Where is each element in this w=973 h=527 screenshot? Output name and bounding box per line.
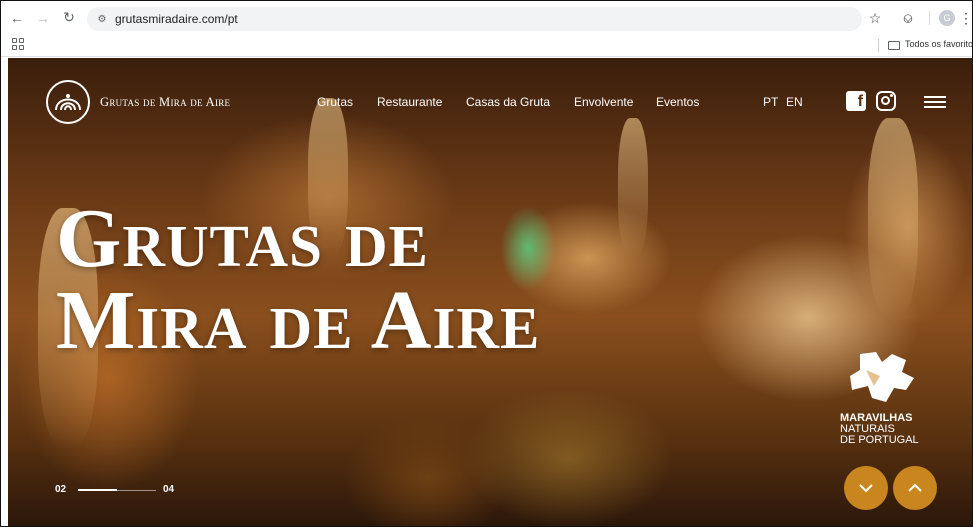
brand-name[interactable]: Grutas de Mira de Aire — [100, 95, 230, 110]
badge-line: DE PORTUGAL — [840, 434, 919, 446]
url-text[interactable]: grutasmiradaire.com/pt — [115, 12, 238, 26]
site-info-icon[interactable]: ⚙ — [95, 12, 109, 26]
language-en[interactable]: EN — [786, 95, 803, 109]
bookmarks-bar: Todos os favoritos — [1, 34, 972, 57]
badge-text: MARAVILHAS NATURAIS DE PORTUGAL — [840, 413, 919, 446]
browser-menu-icon[interactable]: ⋮ — [959, 8, 972, 28]
hamburger-menu-icon[interactable] — [924, 96, 946, 108]
profile-button[interactable]: G — [937, 8, 957, 28]
scroll-down-button[interactable] — [844, 466, 888, 510]
instagram-icon[interactable] — [876, 91, 896, 111]
hero-title: Grutas de Mira de Aire — [56, 192, 541, 367]
browser-window: ← → ↻ ⚙ grutasmiradaire.com/pt ☆ ⎉ G ⋮ T… — [0, 0, 973, 527]
hero-title-line: Grutas de — [56, 192, 429, 285]
nav-link-casas-da-gruta[interactable]: Casas da Gruta — [466, 95, 550, 109]
avatar: G — [939, 10, 955, 26]
reload-icon[interactable]: ↻ — [59, 8, 79, 28]
chevron-down-icon — [859, 484, 873, 493]
nav-link-envolvente[interactable]: Envolvente — [574, 95, 633, 109]
back-icon[interactable]: ← — [7, 8, 27, 28]
all-bookmarks-link[interactable]: Todos os favoritos — [905, 39, 972, 49]
nav-link-restaurante[interactable]: Restaurante — [377, 95, 442, 109]
slide-total-number: 04 — [163, 484, 175, 495]
forward-icon[interactable]: → — [33, 8, 53, 28]
scroll-up-button[interactable] — [893, 466, 937, 510]
bookmarks-divider — [878, 39, 879, 52]
facebook-icon[interactable]: f — [846, 91, 866, 111]
maravilhas-logo-icon — [850, 352, 914, 402]
slide-current-number: 02 — [55, 484, 67, 495]
extensions-icon[interactable]: ⎉ — [899, 8, 917, 28]
folder-icon — [888, 41, 900, 50]
maravilhas-naturais-badge[interactable]: MARAVILHAS NATURAIS DE PORTUGAL — [840, 350, 950, 450]
cave-light-streak — [618, 118, 648, 258]
hero-title-line: Mira de Aire — [56, 274, 541, 367]
address-bar[interactable]: ⚙ grutasmiradaire.com/pt — [87, 7, 862, 31]
hero-section: Grutas de Mira de Aire Grutas Restaurant… — [8, 58, 972, 526]
bookmark-star-icon[interactable]: ☆ — [867, 8, 883, 28]
browser-toolbar: ← → ↻ ⚙ grutasmiradaire.com/pt ☆ ⎉ G ⋮ — [1, 1, 972, 34]
toolbar-divider — [929, 11, 930, 25]
language-pt[interactable]: PT — [763, 95, 778, 109]
slide-progress-fill — [78, 489, 117, 491]
site-logo[interactable] — [46, 80, 90, 124]
nav-link-grutas[interactable]: Grutas — [317, 95, 353, 109]
slide-progress-track[interactable] — [78, 489, 156, 491]
cave-logo-icon — [55, 94, 81, 111]
apps-grid-icon[interactable] — [12, 38, 24, 50]
nav-link-eventos[interactable]: Eventos — [656, 95, 699, 109]
chevron-up-icon — [908, 483, 922, 492]
cave-light-streak — [868, 118, 918, 318]
